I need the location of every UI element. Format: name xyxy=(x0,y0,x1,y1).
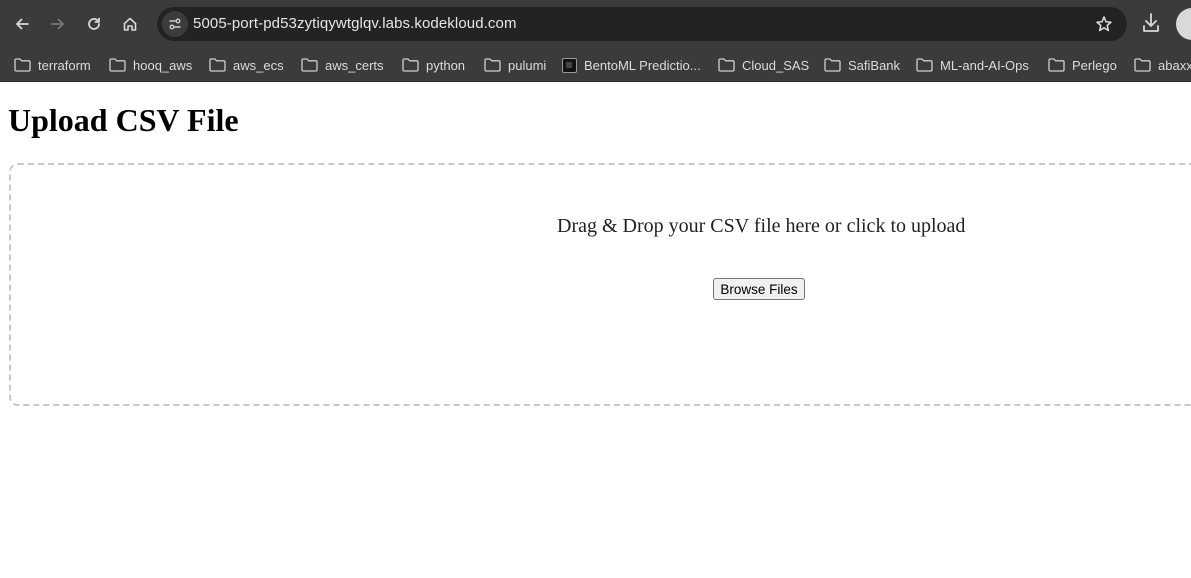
folder-icon xyxy=(1134,58,1151,72)
folder-icon xyxy=(14,58,31,72)
bookmark-label: abaxx xyxy=(1158,57,1191,73)
bookmark-abaxx[interactable]: abaxx xyxy=(1134,53,1191,77)
bookmark-label: terraform xyxy=(38,57,91,73)
bookmark-python[interactable]: python xyxy=(402,53,465,77)
folder-icon xyxy=(1048,58,1065,72)
bookmark-bentoml[interactable]: BentoML Predictio... xyxy=(562,53,701,77)
home-icon[interactable] xyxy=(118,12,142,36)
bookmark-label: Cloud_SAS xyxy=(742,57,810,73)
bookmark-aws-certs[interactable]: aws_certs xyxy=(301,53,384,77)
address-bar[interactable]: 5005-port-pd53zytiqywtglqv.labs.kodeklou… xyxy=(157,7,1127,41)
site-info-icon[interactable] xyxy=(162,11,188,37)
url-text[interactable]: 5005-port-pd53zytiqywtglqv.labs.kodeklou… xyxy=(193,15,517,32)
bookmark-perlego[interactable]: Perlego xyxy=(1048,53,1117,77)
bookmark-label: SafiBank xyxy=(848,57,901,73)
bookmark-label: aws_ecs xyxy=(233,57,284,73)
folder-icon xyxy=(916,58,933,72)
page-title: Upload CSV File xyxy=(8,102,239,138)
download-icon[interactable] xyxy=(1141,12,1161,39)
folder-icon xyxy=(402,58,419,72)
bookmark-terraform[interactable]: terraform xyxy=(14,53,91,77)
browser-toolbar: 5005-port-pd53zytiqywtglqv.labs.kodeklou… xyxy=(0,0,1191,48)
csv-dropzone[interactable]: Drag & Drop your CSV file here or click … xyxy=(9,163,1191,406)
folder-icon xyxy=(718,58,735,72)
back-icon[interactable] xyxy=(10,12,34,36)
page-content: Upload CSV File Drag & Drop your CSV fil… xyxy=(0,82,1191,578)
folder-icon xyxy=(209,58,226,72)
dropzone-instructions: Drag & Drop your CSV file here or click … xyxy=(557,215,966,237)
bookmarks-bar: terraform hooq_aws aws_ecs aws_certs pyt… xyxy=(0,48,1191,82)
reload-icon[interactable] xyxy=(82,12,106,36)
bookmark-label: pulumi xyxy=(508,57,547,73)
profile-button[interactable] xyxy=(1176,8,1191,40)
folder-icon xyxy=(109,58,126,72)
bookmark-label: python xyxy=(426,57,466,73)
bookmark-label: BentoML Predictio... xyxy=(584,57,701,73)
bookmark-label: ML-and-AI-Ops xyxy=(940,57,1029,73)
folder-icon xyxy=(301,58,318,72)
bookmark-label: hooq_aws xyxy=(133,57,193,73)
folder-icon xyxy=(824,58,841,72)
forward-icon[interactable] xyxy=(46,12,70,36)
star-icon[interactable] xyxy=(1095,15,1113,38)
bookmark-pulumi[interactable]: pulumi xyxy=(484,53,546,77)
bentoml-favicon xyxy=(562,57,577,73)
bookmark-aws-ecs[interactable]: aws_ecs xyxy=(209,53,284,77)
bookmark-cloud-sas[interactable]: Cloud_SAS xyxy=(718,53,809,77)
browse-files-button[interactable]: Browse Files xyxy=(713,278,805,300)
bookmark-label: aws_certs xyxy=(325,57,384,73)
bookmark-safibank[interactable]: SafiBank xyxy=(824,53,900,77)
bookmark-label: Perlego xyxy=(1072,57,1117,73)
bookmark-hooq-aws[interactable]: hooq_aws xyxy=(109,53,192,77)
folder-icon xyxy=(484,58,501,72)
bookmark-ml-and-ai-ops[interactable]: ML-and-AI-Ops xyxy=(916,53,1029,77)
